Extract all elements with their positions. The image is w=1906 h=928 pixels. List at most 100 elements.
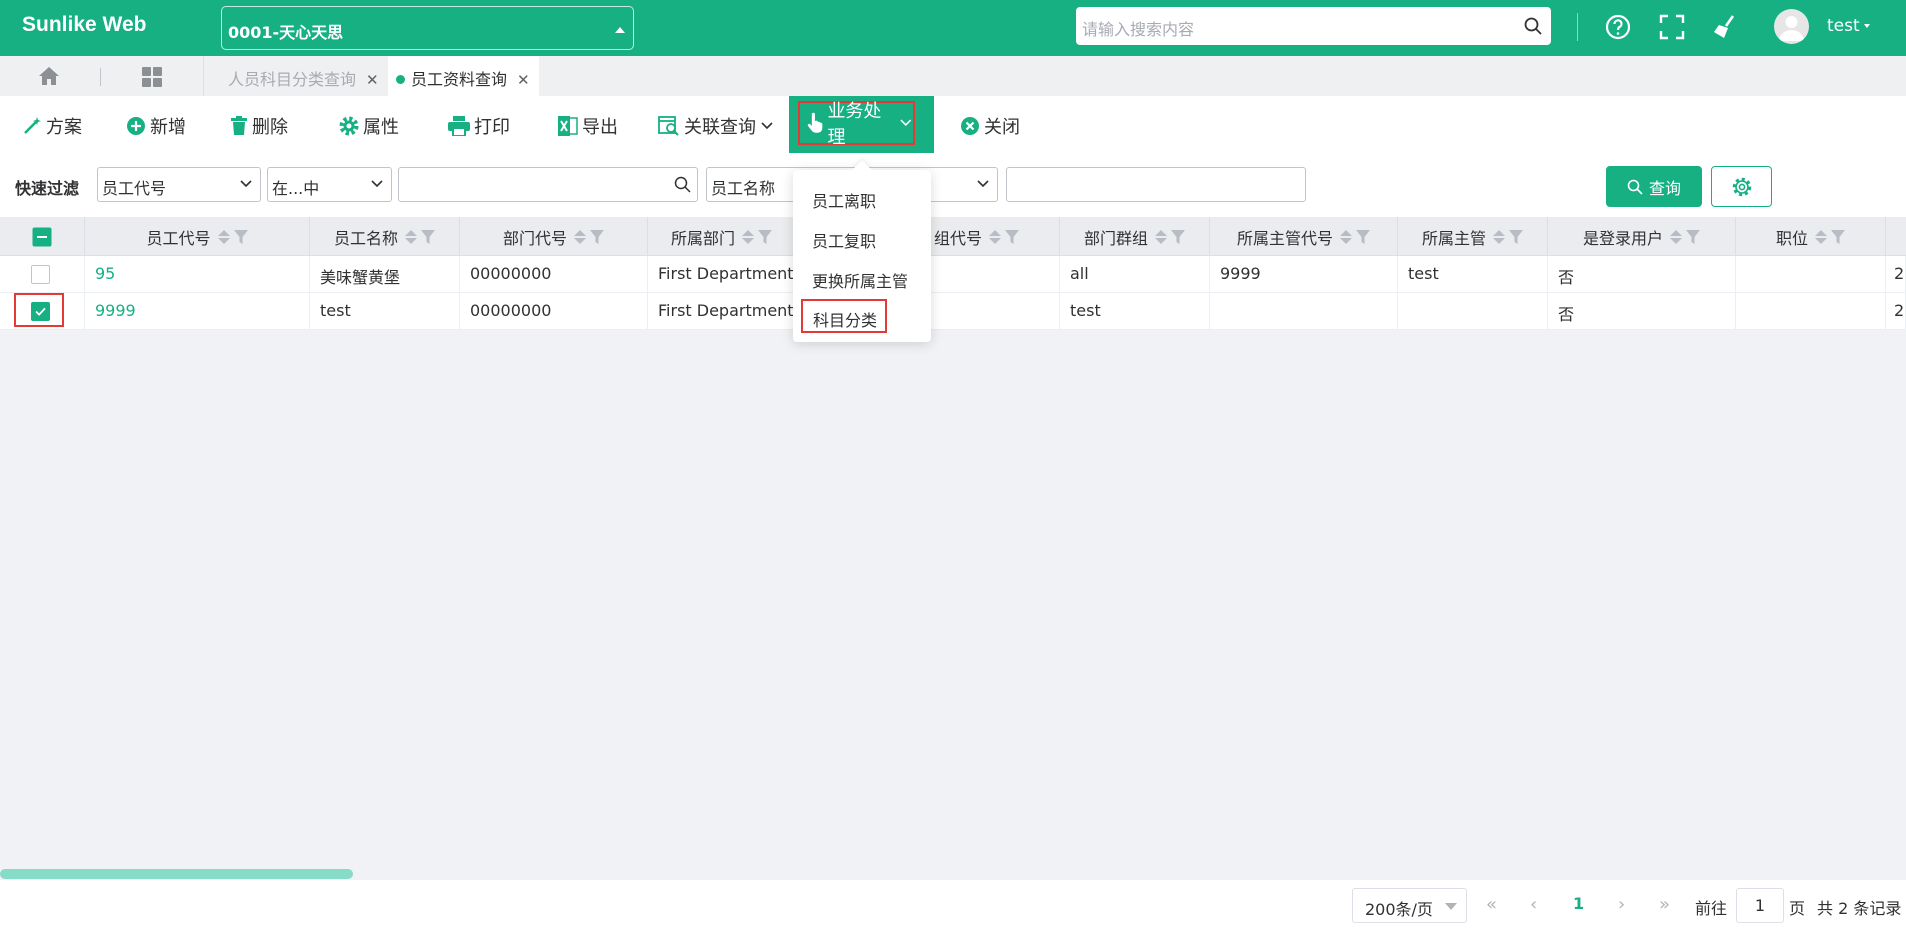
cell-dept-group: test (1060, 293, 1210, 330)
cell-employee-code[interactable]: 9999 (85, 293, 310, 330)
excel-icon (558, 116, 578, 136)
filter-funnel-icon[interactable] (421, 229, 435, 244)
menu-item-reinstate[interactable]: 员工复职 (812, 228, 876, 252)
tab-label: 员工资料查询 (411, 70, 508, 89)
filter-funnel-icon[interactable] (1356, 229, 1370, 244)
caret-down-icon (1445, 903, 1457, 910)
menu-item-resign[interactable]: 员工离职 (812, 188, 876, 212)
user-menu[interactable]: test (1827, 16, 1870, 36)
business-process-button[interactable]: 业务处理 (789, 96, 934, 153)
close-button[interactable]: 关闭 (960, 113, 1020, 139)
sort-icon[interactable] (742, 229, 754, 244)
search-icon[interactable] (1523, 16, 1543, 36)
sort-icon[interactable] (989, 229, 1001, 244)
filter-operator-value: 在...中 (272, 179, 320, 198)
column-header-dept-code[interactable]: 部门代号 (460, 217, 648, 256)
sort-icon[interactable] (1670, 229, 1682, 244)
clear-cache-broom-icon[interactable] (1711, 12, 1741, 42)
cell-is-login-user: 否 (1548, 256, 1736, 293)
tab-employee-query[interactable]: 员工资料查询 ✕ (388, 56, 539, 96)
apps-grid-icon[interactable] (141, 66, 163, 88)
filter-funnel-icon[interactable] (590, 229, 604, 244)
filter-funnel-icon[interactable] (1171, 229, 1185, 244)
sort-icon[interactable] (1815, 229, 1827, 244)
related-query-button[interactable]: 关联查询 (658, 113, 774, 139)
filter-operator-select[interactable]: 在...中 (267, 167, 392, 202)
select-all-checkbox[interactable] (32, 227, 52, 247)
column-header-employee-code[interactable]: 员工代号 (85, 217, 310, 256)
home-icon[interactable] (38, 66, 60, 86)
column-header-dept-group[interactable]: 部门群组 (1060, 217, 1210, 256)
filter-field-select-1[interactable]: 员工代号 (97, 167, 261, 202)
sort-icon[interactable] (1155, 229, 1167, 244)
filter-value-input-1[interactable] (398, 167, 698, 202)
delete-button[interactable]: 删除 (230, 113, 288, 139)
close-label: 关闭 (984, 117, 1020, 138)
prev-page-icon[interactable]: ‹ (1530, 894, 1537, 915)
table-row[interactable]: 95 美味蟹黄堡 00000000 First Department all 9… (0, 256, 1906, 293)
filter-settings-button[interactable] (1711, 166, 1772, 207)
query-button[interactable]: 查询 (1606, 166, 1702, 207)
column-header-supervisor[interactable]: 所属主管 (1398, 217, 1548, 256)
sort-icon[interactable] (1493, 229, 1505, 244)
column-header-supervisor-code[interactable]: 所属主管代号 (1210, 217, 1398, 256)
column-title: 所属主管 (1421, 228, 1486, 248)
tab-bar: 人员科目分类查询 ✕ 员工资料查询 ✕ (0, 56, 1906, 96)
cell-employee-code[interactable]: 95 (85, 256, 310, 293)
checkbox-highlight-box (14, 293, 64, 327)
print-button[interactable]: 打印 (448, 113, 510, 139)
sort-icon[interactable] (1340, 229, 1352, 244)
search-icon[interactable] (674, 176, 691, 193)
next-page-icon[interactable]: › (1618, 894, 1625, 915)
delete-label: 删除 (252, 117, 288, 138)
export-button[interactable]: 导出 (558, 113, 618, 139)
page-size-select[interactable]: 200条/页 (1352, 888, 1467, 923)
chevron-down-icon (761, 122, 773, 130)
company-selector[interactable]: 0001-天心天思 (221, 6, 634, 50)
first-page-icon[interactable]: « (1486, 894, 1497, 915)
scheme-button[interactable]: 方案 (22, 113, 82, 139)
user-avatar-icon (1779, 16, 1804, 41)
horizontal-scrollbar[interactable] (0, 869, 353, 879)
properties-button[interactable]: 属性 (339, 113, 399, 139)
sort-icon[interactable] (217, 229, 230, 244)
goto-page-input[interactable]: 1 (1736, 888, 1784, 923)
filter-funnel-icon[interactable] (1509, 229, 1523, 244)
global-search-input[interactable]: 请输入搜索内容 (1076, 7, 1551, 45)
menu-item-change-supervisor[interactable]: 更换所属主管 (812, 268, 908, 292)
cell-position (1736, 293, 1886, 330)
fullscreen-icon[interactable] (1657, 12, 1687, 42)
close-icon[interactable]: ✕ (517, 71, 530, 89)
pagination-bar: 200条/页 « ‹ 1 › » 前往 1 页 共 2 条记录 (0, 880, 1906, 928)
menu-item-subject-classification[interactable]: 科目分类 (801, 299, 887, 333)
filter-funnel-icon[interactable] (233, 229, 248, 244)
print-label: 打印 (474, 117, 510, 138)
help-icon[interactable] (1603, 12, 1633, 42)
column-header-department[interactable]: 所属部门 (648, 217, 796, 256)
close-icon[interactable]: ✕ (366, 71, 379, 89)
last-page-icon[interactable]: » (1659, 894, 1670, 915)
current-page-number[interactable]: 1 (1573, 894, 1584, 913)
table-row[interactable]: 9999 test 00000000 First Department test… (0, 293, 1906, 330)
app-logo: Sunlike Web (22, 13, 147, 36)
sort-icon[interactable] (574, 229, 586, 244)
tab-personnel-subject-query[interactable]: 人员科目分类查询 ✕ (228, 56, 379, 96)
scheme-label: 方案 (46, 117, 82, 138)
filter-funnel-icon[interactable] (1686, 229, 1700, 244)
sort-icon[interactable] (405, 229, 417, 244)
tab-label: 人员科目分类查询 (228, 70, 357, 89)
add-button[interactable]: 新增 (126, 113, 186, 139)
filter-funnel-icon[interactable] (1005, 229, 1019, 244)
filter-funnel-icon[interactable] (758, 229, 772, 244)
cell-employee-name: test (310, 293, 460, 330)
column-header-is-login-user[interactable]: 是登录用户 (1548, 217, 1736, 256)
user-avatar[interactable] (1774, 9, 1809, 44)
column-title: 员工名称 (333, 228, 398, 248)
business-process-highlight[interactable]: 业务处理 (798, 101, 915, 148)
filter-funnel-icon[interactable] (1831, 229, 1845, 244)
column-header-position[interactable]: 职位 (1736, 217, 1886, 256)
column-header-employee-name[interactable]: 员工名称 (310, 217, 460, 256)
hand-pointer-icon (807, 112, 823, 133)
row-checkbox[interactable] (31, 265, 50, 284)
filter-value-input-2[interactable] (1006, 167, 1306, 202)
